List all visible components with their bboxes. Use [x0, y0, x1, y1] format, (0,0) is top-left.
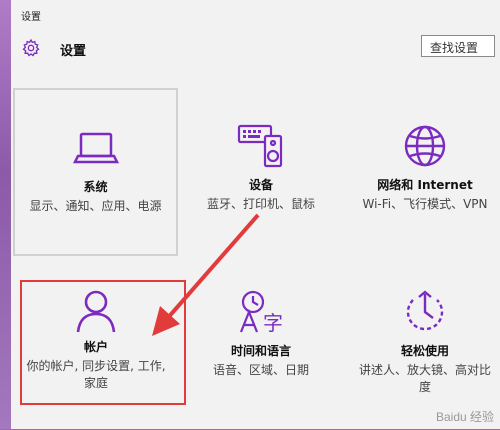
tile-time-language[interactable]: 字 时间和语言 语音、区域、日期 [186, 262, 336, 430]
keyboard-speaker-icon [237, 124, 283, 168]
tile-network[interactable]: 网络和 Internet Wi-Fi、飞行模式、VPN [350, 88, 500, 256]
page-title: 设置 [60, 44, 87, 59]
title-bar: 设置 [11, 0, 500, 28]
search-input[interactable]: 查找设置 [421, 35, 495, 57]
tile-time-title: 时间和语言 [230, 344, 291, 358]
gear-icon [22, 38, 40, 57]
tile-system-desc: 显示、通知、应用、电源 [29, 199, 162, 213]
laptop-icon [72, 132, 119, 164]
watermark-text: Baidu 经验 [435, 410, 494, 424]
globe-icon [404, 125, 446, 167]
tile-ease-title: 轻松使用 [400, 344, 449, 358]
tile-devices-title: 设备 [248, 178, 273, 192]
desktop-background [0, 0, 11, 429]
window-title: 设置 [21, 12, 41, 23]
ease-of-access-icon [406, 290, 444, 331]
tile-network-desc: Wi-Fi、飞行模式、VPN [362, 197, 488, 211]
tile-devices-desc: 蓝牙、打印机、鼠标 [206, 197, 315, 211]
time-language-icon: 字 [239, 290, 283, 335]
annotation-highlight-box [20, 280, 186, 405]
tile-ease-of-access[interactable]: 轻松使用 讲述人、放大镜、高对比度 [350, 262, 500, 430]
tile-ease-desc: 讲述人、放大镜、高对比度 [358, 363, 491, 394]
tile-system[interactable]: 系统 显示、通知、应用、电源 [13, 88, 178, 256]
svg-text:字: 字 [263, 311, 283, 335]
tile-time-desc: 语音、区域、日期 [212, 363, 309, 377]
tile-devices[interactable]: 设备 蓝牙、打印机、鼠标 [186, 88, 336, 256]
tile-network-title: 网络和 Internet [377, 178, 473, 192]
tile-system-title: 系统 [83, 180, 108, 194]
